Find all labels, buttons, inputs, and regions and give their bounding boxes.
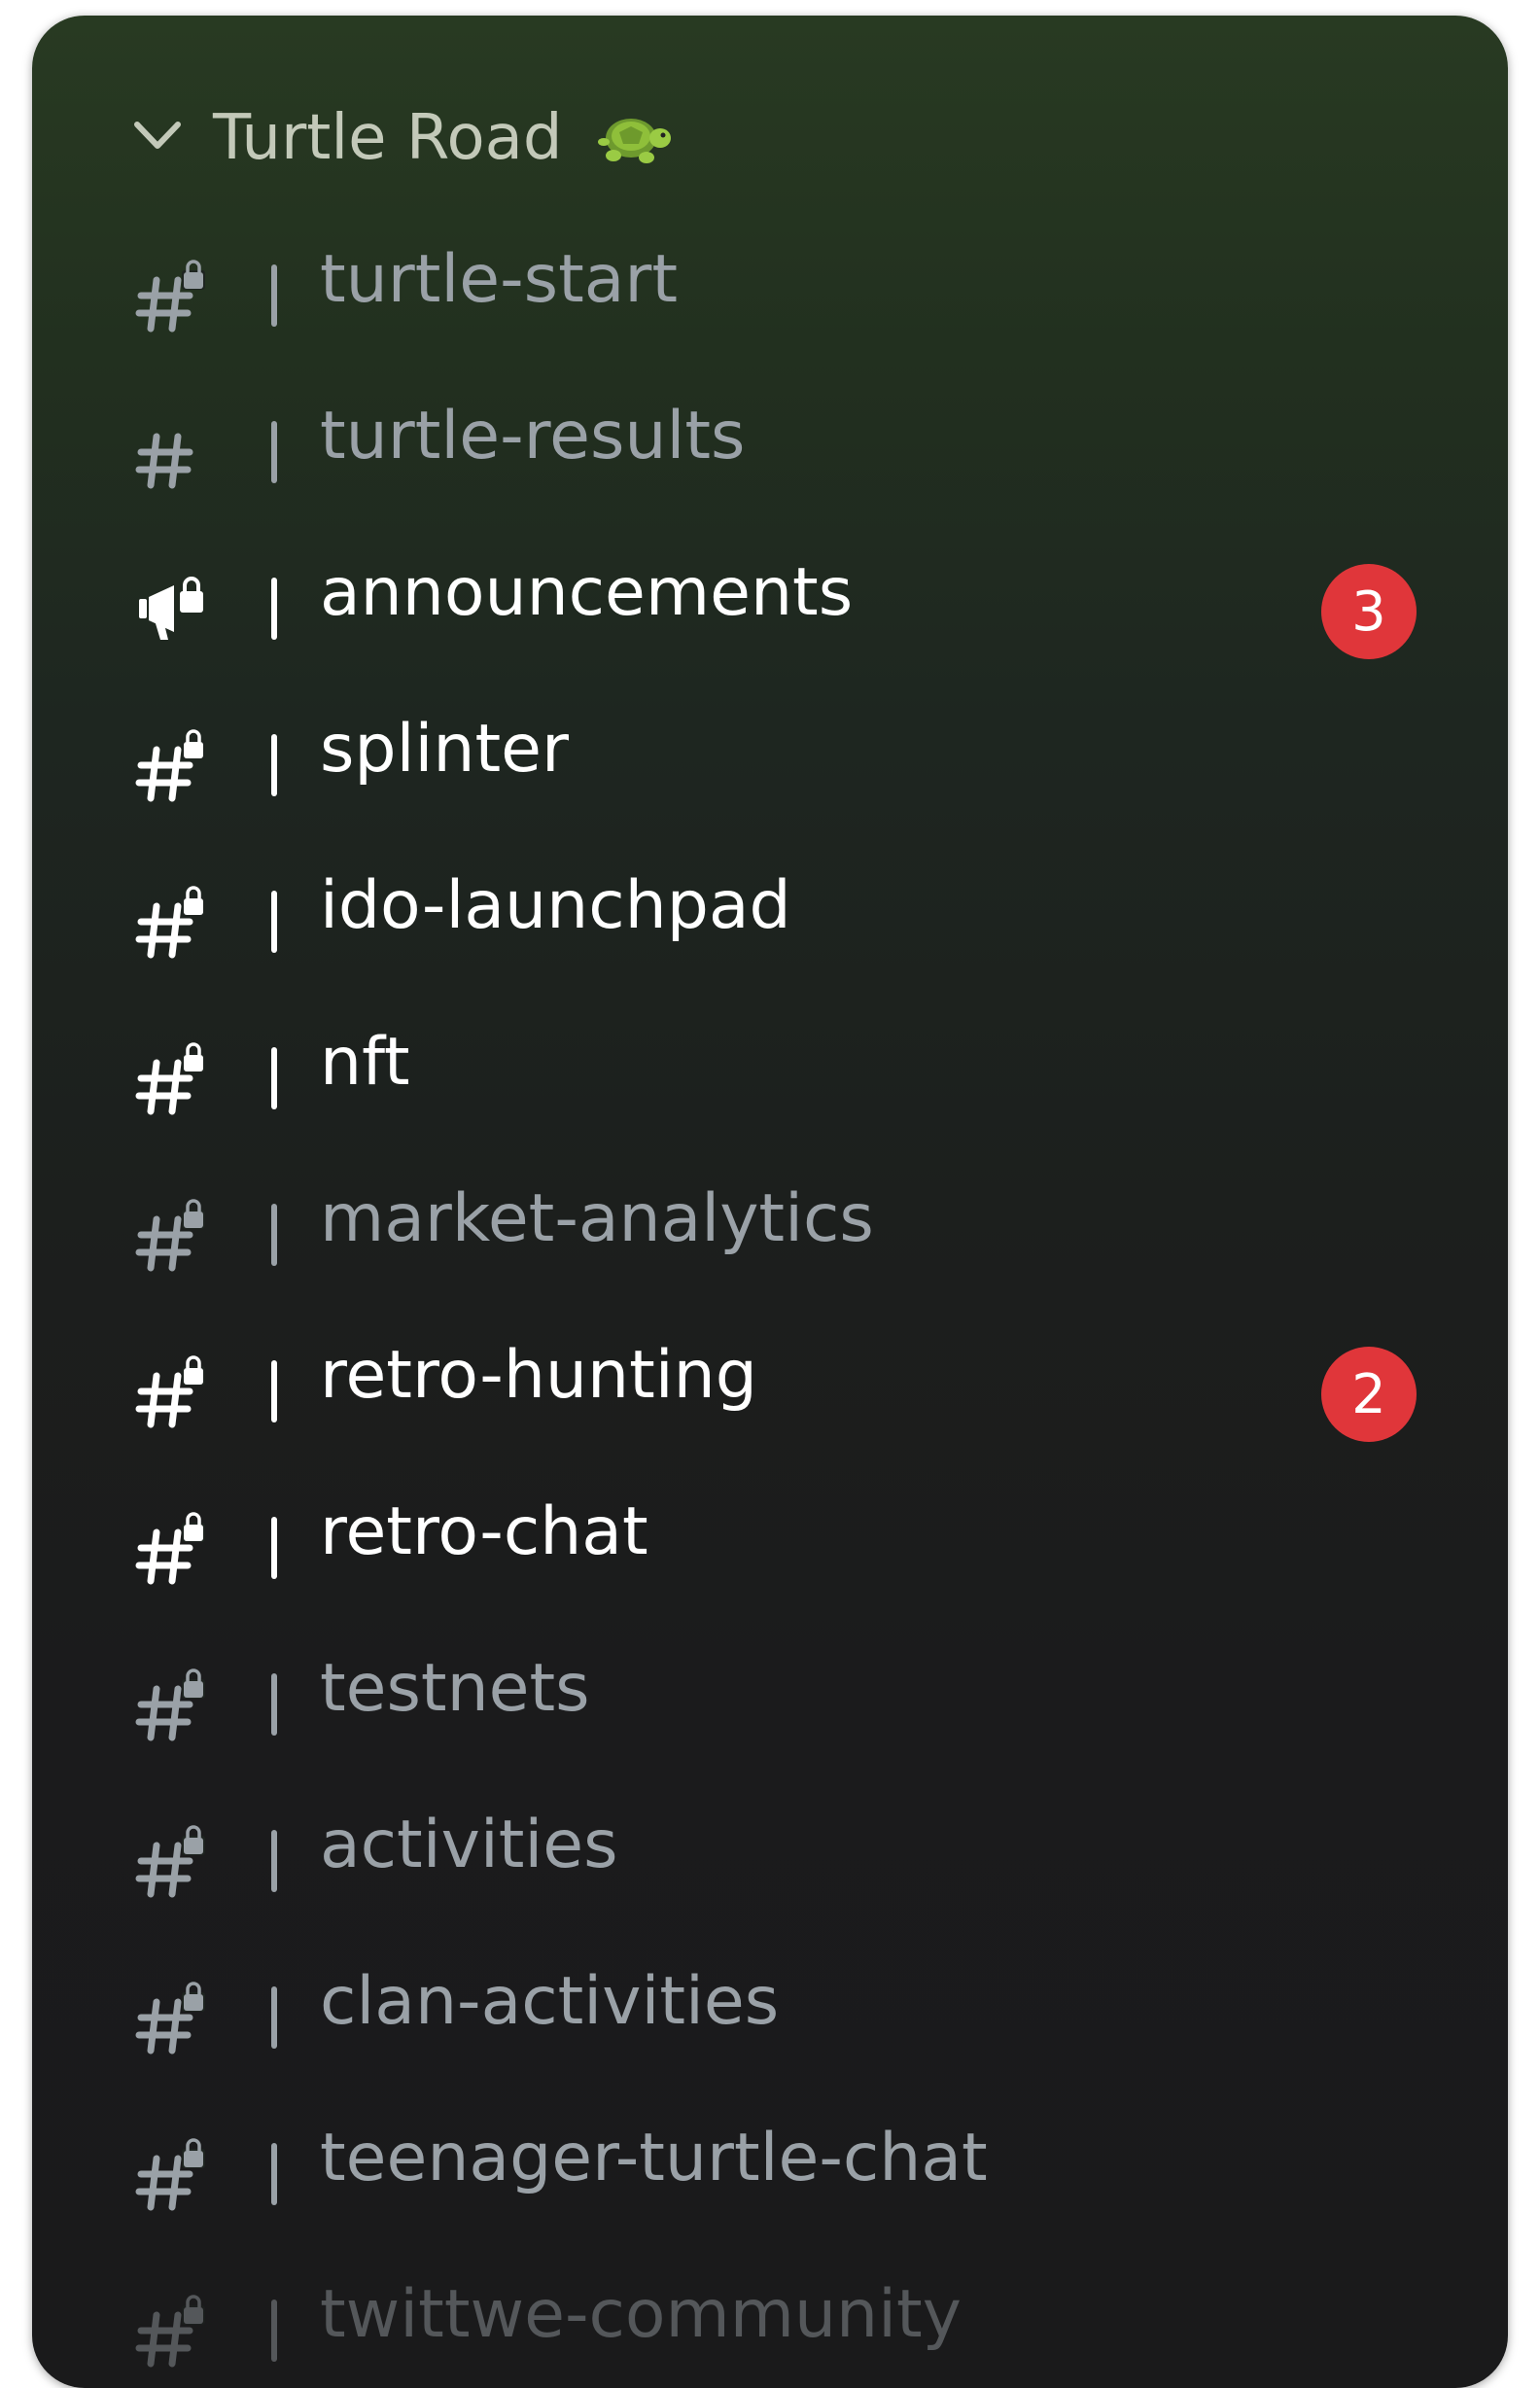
channel-separator [271, 2143, 277, 2205]
hash-lock-icon [135, 729, 205, 802]
turtle-emoji-icon [598, 119, 671, 163]
channel-separator [271, 264, 277, 327]
channel-separator [271, 1204, 277, 1266]
channel-name: splinter [320, 711, 569, 788]
hash-lock-icon [135, 1199, 205, 1272]
channel-item-clan-activities[interactable]: clan-activities [32, 1944, 1508, 2080]
hash-icon [135, 433, 193, 489]
hash-lock-icon [135, 260, 205, 333]
channel-separator [271, 421, 277, 483]
mention-badge: 2 [1321, 1347, 1417, 1442]
channel-item-turtle-results[interactable]: turtle-results [32, 378, 1508, 514]
channel-name: activities [320, 1807, 618, 1883]
channel-name: nft [320, 1024, 410, 1101]
channel-separator [271, 2300, 277, 2362]
channel-item-teenager-turtle-chat[interactable]: teenager-turtle-chat [32, 2100, 1508, 2236]
hash-lock-icon [135, 1668, 205, 1741]
hash-lock-icon [135, 1512, 205, 1585]
channel-name: turtle-start [320, 241, 679, 318]
channel-name: market-analytics [320, 1180, 874, 1257]
hash-lock-icon [135, 1355, 205, 1428]
channel-item-splinter[interactable]: splinter [32, 691, 1508, 827]
channel-name: announcements [320, 554, 854, 631]
hash-lock-icon [135, 1825, 205, 1898]
hash-lock-icon [135, 1982, 205, 2054]
channel-item-nft[interactable]: nft [32, 1004, 1508, 1141]
channel-item-retro-chat[interactable]: retro-chat [32, 1474, 1508, 1610]
channel-name: turtle-results [320, 398, 746, 474]
channel-name: testnets [320, 1650, 590, 1727]
channel-separator [271, 1830, 277, 1892]
channel-separator [271, 1986, 277, 2049]
megaphone-lock-icon [139, 577, 203, 640]
channel-item-announcements[interactable]: announcements 3 [32, 535, 1508, 671]
chevron-down-icon [134, 122, 181, 149]
channel-name: ido-launchpad [320, 867, 791, 944]
channel-item-market-analytics[interactable]: market-analytics [32, 1161, 1508, 1297]
category-header[interactable]: Turtle Road [32, 80, 1508, 187]
channel-name: teenager-turtle-chat [320, 2120, 988, 2196]
channel-separator [271, 1047, 277, 1109]
channel-separator [271, 578, 277, 640]
channel-name: twittwe-community [320, 2276, 962, 2353]
hash-lock-icon [135, 2295, 205, 2368]
channel-separator [271, 1360, 277, 1422]
channel-item-ido-launchpad[interactable]: ido-launchpad [32, 848, 1508, 984]
channel-item-turtle-start[interactable]: turtle-start [32, 222, 1508, 358]
channel-item-twittwe-community[interactable]: twittwe-community [32, 2257, 1508, 2388]
hash-lock-icon [135, 1042, 205, 1115]
channel-item-testnets[interactable]: testnets [32, 1631, 1508, 1767]
hash-lock-icon [135, 886, 205, 959]
channel-separator [271, 1517, 277, 1579]
category-label: Turtle Road [213, 102, 563, 174]
channel-item-activities[interactable]: activities [32, 1787, 1508, 1923]
channel-name: retro-hunting [320, 1337, 757, 1414]
hash-lock-icon [135, 2138, 205, 2211]
mention-badge: 3 [1321, 564, 1417, 659]
channel-separator [271, 1673, 277, 1736]
channel-separator [271, 734, 277, 796]
channel-name: clan-activities [320, 1963, 780, 2040]
channel-separator [271, 891, 277, 953]
channel-name: retro-chat [320, 1493, 648, 1570]
channel-list-panel: Turtle Road turtle-start turtle-results an… [32, 16, 1508, 2388]
channel-item-retro-hunting[interactable]: retro-hunting 2 [32, 1317, 1508, 1454]
